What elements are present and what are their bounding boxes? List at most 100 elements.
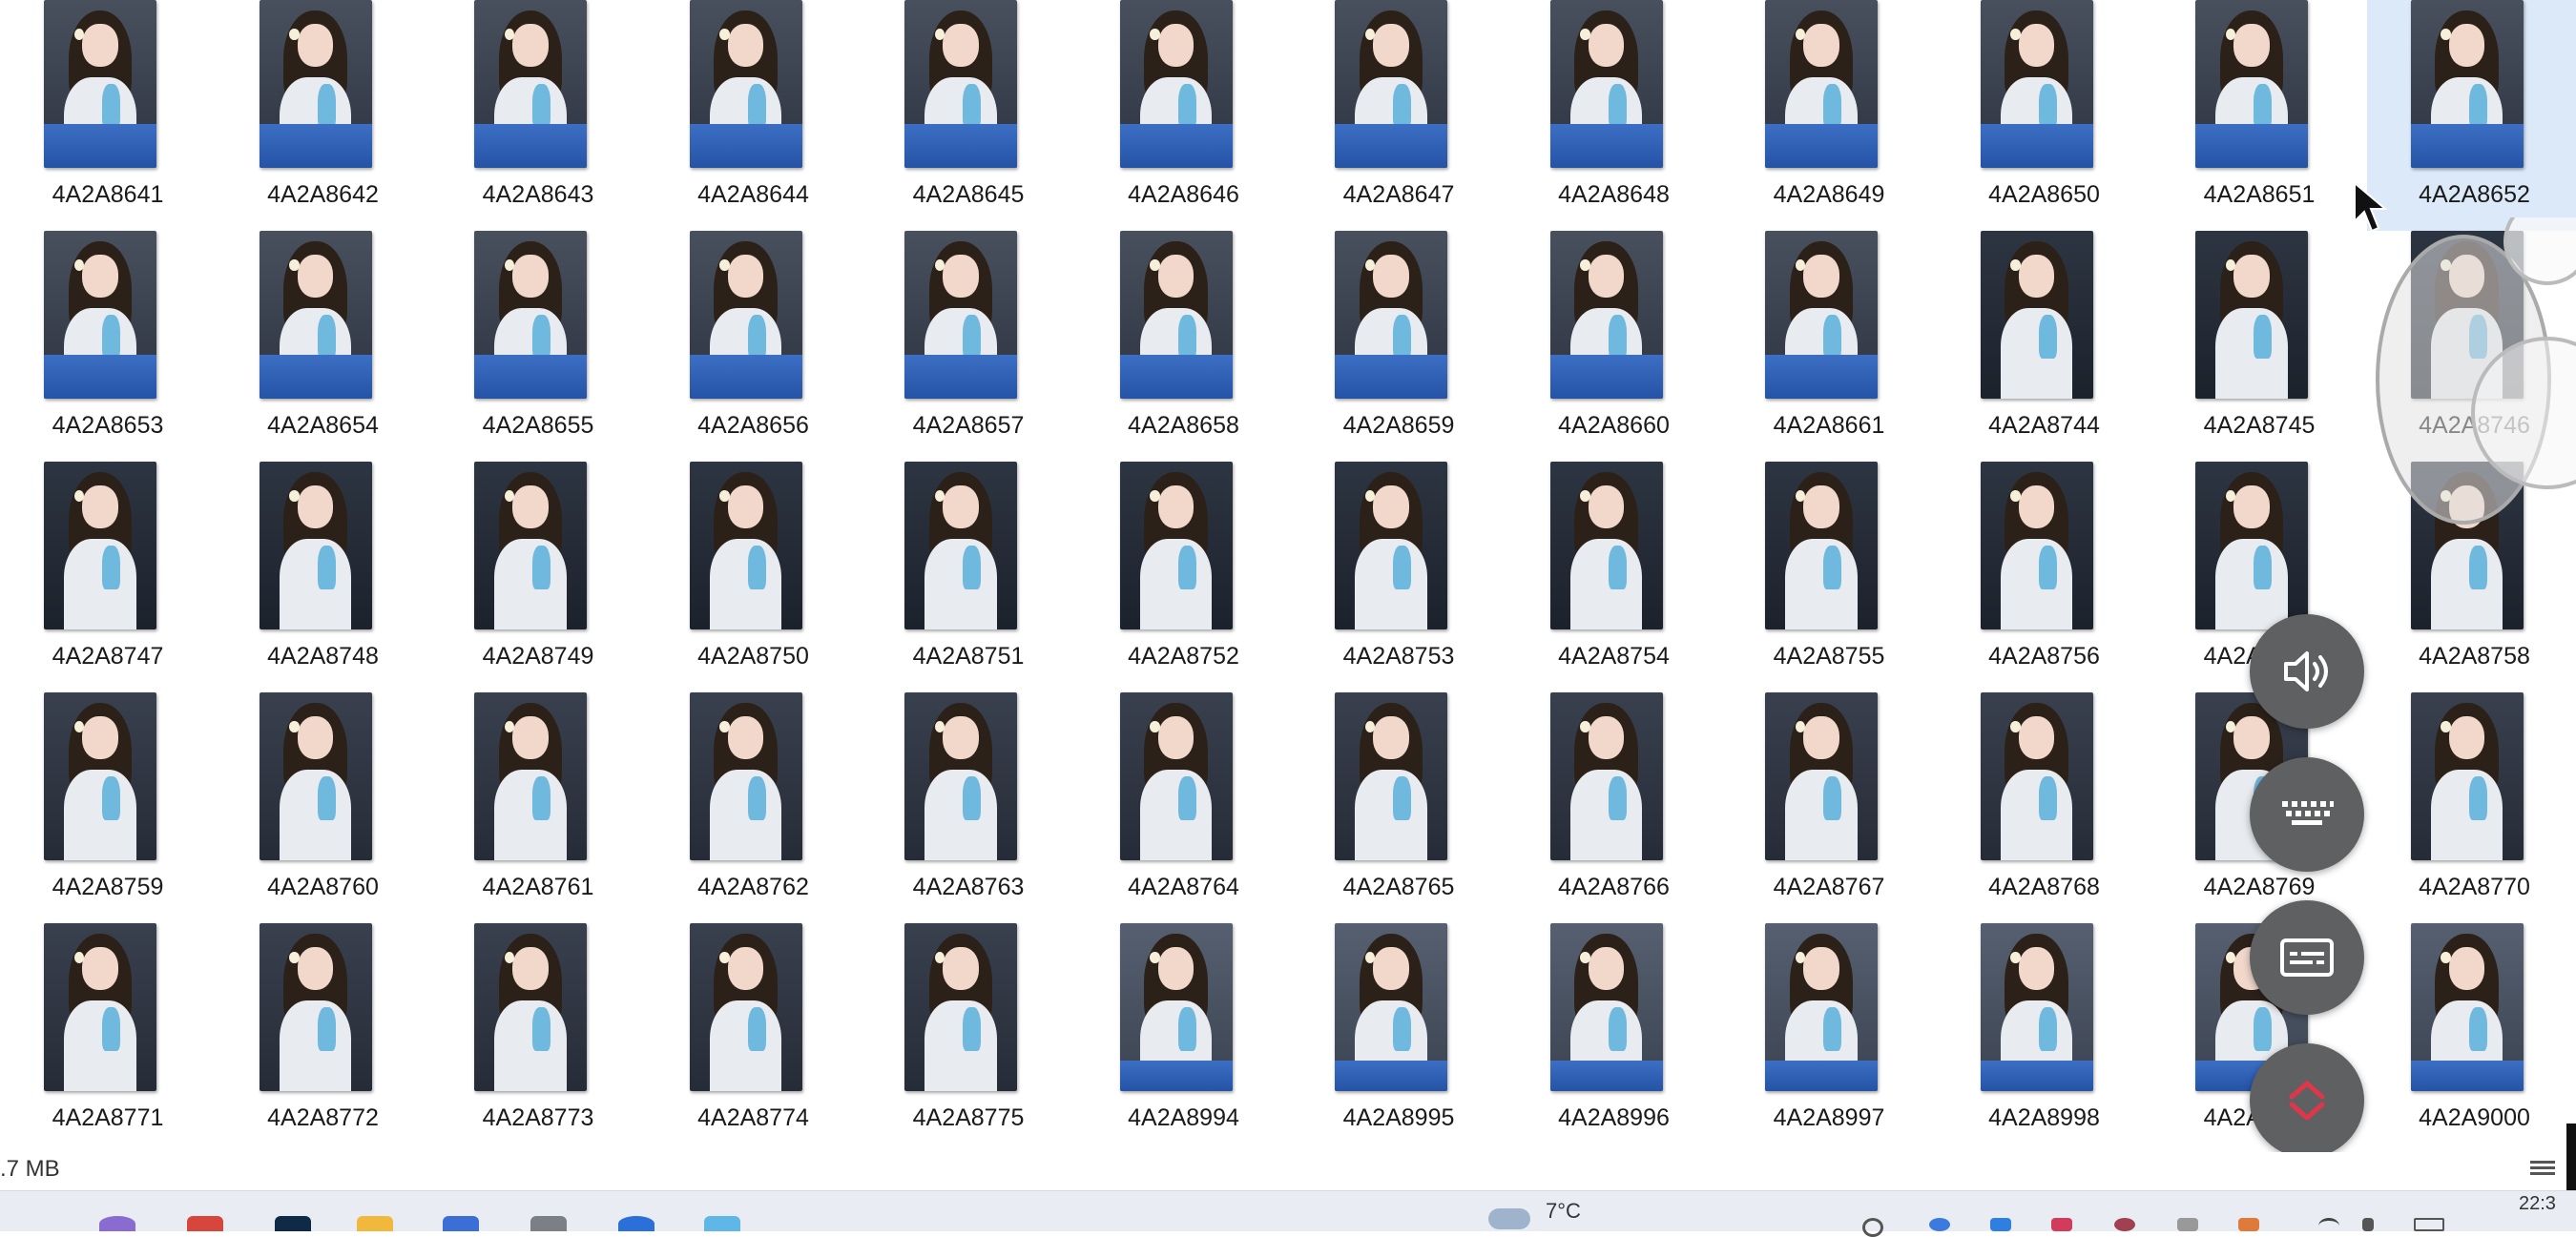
file-item[interactable]: 4A2A8661 bbox=[1721, 231, 1937, 462]
file-item[interactable]: 4A2A8774 bbox=[646, 923, 862, 1154]
file-item[interactable]: 4A2A8760 bbox=[216, 692, 431, 923]
file-item[interactable]: 4A2A8749 bbox=[430, 462, 646, 692]
file-item[interactable]: 4A2A8772 bbox=[216, 923, 431, 1154]
file-item[interactable]: 4A2A8647 bbox=[1291, 0, 1506, 231]
file-item[interactable]: 4A2A8650 bbox=[1937, 0, 2152, 231]
file-item[interactable]: 4A2A8646 bbox=[1076, 0, 1292, 231]
file-item[interactable]: 4A2A8998 bbox=[1937, 923, 2152, 1154]
mail-icon[interactable] bbox=[443, 1216, 479, 1231]
file-item[interactable]: 4A2A8770 bbox=[2367, 692, 2576, 923]
search-icon[interactable] bbox=[99, 1216, 135, 1231]
file-item[interactable]: 4A2A8659 bbox=[1291, 231, 1506, 462]
file-item[interactable]: 4A2A8745 bbox=[2151, 231, 2367, 462]
volume-icon[interactable] bbox=[2362, 1218, 2374, 1231]
photo-thumbnail bbox=[1765, 692, 1878, 860]
file-item[interactable]: 4A2A8763 bbox=[861, 692, 1076, 923]
file-item[interactable]: 4A2A8775 bbox=[861, 923, 1076, 1154]
file-name: 4A2A8769 bbox=[2151, 874, 2367, 901]
camera-icon[interactable] bbox=[530, 1216, 567, 1231]
file-item[interactable]: 4A2A8649 bbox=[1721, 0, 1937, 231]
file-item[interactable]: 4A2A8768 bbox=[1937, 692, 2152, 923]
photo-thumbnail bbox=[1981, 231, 2093, 399]
assistive-touch-overlay[interactable] bbox=[2357, 217, 2576, 532]
file-item[interactable]: 4A2A8996 bbox=[1506, 923, 1722, 1154]
subtitle-button[interactable] bbox=[2250, 900, 2364, 1015]
file-item[interactable]: 4A2A8748 bbox=[216, 462, 431, 692]
file-item[interactable]: 4A2A8654 bbox=[216, 231, 431, 462]
file-item[interactable]: 4A2A8750 bbox=[646, 462, 862, 692]
browser-icon[interactable] bbox=[618, 1216, 654, 1231]
file-item[interactable]: 4A2A8744 bbox=[1937, 231, 2152, 462]
keyboard-button[interactable] bbox=[2250, 757, 2364, 872]
file-item[interactable]: 4A2A8753 bbox=[1291, 462, 1506, 692]
file-name: 4A2A8751 bbox=[861, 643, 1076, 670]
chrome-icon[interactable] bbox=[1929, 1218, 1950, 1231]
photo-thumbnail bbox=[474, 462, 587, 629]
file-item[interactable]: 4A2A8997 bbox=[1721, 923, 1937, 1154]
volume-button[interactable] bbox=[2250, 614, 2364, 729]
file-item[interactable]: 4A2A8643 bbox=[430, 0, 646, 231]
photo-thumbnail bbox=[1550, 0, 1663, 168]
store-icon[interactable] bbox=[704, 1216, 740, 1231]
file-item[interactable]: 4A2A8655 bbox=[430, 231, 646, 462]
details-view-icon[interactable] bbox=[2530, 1158, 2555, 1181]
file-item[interactable]: 4A2A8747 bbox=[0, 462, 216, 692]
photo-thumbnail bbox=[1550, 692, 1663, 860]
file-item[interactable]: 4A2A8994 bbox=[1076, 923, 1292, 1154]
file-item[interactable]: 4A2A8644 bbox=[646, 0, 862, 231]
file-item[interactable]: 4A2A8651 bbox=[2151, 0, 2367, 231]
file-item[interactable]: 4A2A8656 bbox=[646, 231, 862, 462]
file-item[interactable]: 4A2A8755 bbox=[1721, 462, 1937, 692]
lock-icon[interactable] bbox=[1990, 1218, 2011, 1231]
file-name: 4A2A8653 bbox=[0, 412, 216, 440]
file-item[interactable]: 4A2A8773 bbox=[430, 923, 646, 1154]
photo-thumbnail bbox=[1120, 0, 1233, 168]
file-item[interactable]: 4A2A8761 bbox=[430, 692, 646, 923]
file-item[interactable]: 4A2A8754 bbox=[1506, 462, 1722, 692]
file-item[interactable]: 4A2A8759 bbox=[0, 692, 216, 923]
folder-icon[interactable] bbox=[357, 1216, 393, 1231]
file-item[interactable]: 4A2A8765 bbox=[1291, 692, 1506, 923]
game-icon[interactable] bbox=[187, 1216, 223, 1231]
user-icon[interactable] bbox=[2114, 1218, 2135, 1231]
photo-thumbnail bbox=[690, 462, 802, 629]
wifi-icon[interactable] bbox=[2318, 1218, 2339, 1234]
app-icon[interactable] bbox=[2238, 1218, 2259, 1231]
photo-thumbnail bbox=[904, 923, 1017, 1091]
file-item[interactable]: 4A2A8756 bbox=[1937, 462, 2152, 692]
file-name: 4A2A8651 bbox=[2151, 181, 2367, 209]
file-item[interactable]: 4A2A8658 bbox=[1076, 231, 1292, 462]
refresh-icon[interactable] bbox=[1862, 1218, 1883, 1237]
file-item[interactable]: 4A2A8762 bbox=[646, 692, 862, 923]
photo-thumbnail bbox=[1981, 692, 2093, 860]
file-item[interactable]: 4A2A8653 bbox=[0, 231, 216, 462]
file-item[interactable]: 4A2A8660 bbox=[1506, 231, 1722, 462]
file-name: 4A2A8646 bbox=[1076, 181, 1292, 209]
battery-icon[interactable] bbox=[2414, 1218, 2444, 1231]
file-item[interactable]: 4A2A8995 bbox=[1291, 923, 1506, 1154]
file-item[interactable]: 4A2A8752 bbox=[1076, 462, 1292, 692]
file-item[interactable]: 4A2A9000 bbox=[2367, 923, 2576, 1154]
file-item[interactable]: 4A2A8771 bbox=[0, 923, 216, 1154]
settings-icon[interactable] bbox=[2177, 1218, 2198, 1231]
file-item[interactable]: 4A2A8764 bbox=[1076, 692, 1292, 923]
file-name: 4A2A8995 bbox=[1291, 1104, 1506, 1132]
pinterest-icon[interactable] bbox=[2051, 1218, 2072, 1231]
file-item[interactable]: 4A2A8641 bbox=[0, 0, 216, 231]
file-name: 4A2A8762 bbox=[646, 874, 862, 901]
file-item[interactable]: 4A2A8652 bbox=[2367, 0, 2576, 231]
file-item[interactable]: 4A2A8751 bbox=[861, 462, 1076, 692]
photo-thumbnail bbox=[904, 0, 1017, 168]
clock[interactable]: 22:3 bbox=[2519, 1193, 2556, 1215]
photoshop-icon[interactable] bbox=[275, 1216, 311, 1231]
collapse-button[interactable] bbox=[2250, 1043, 2364, 1158]
file-item[interactable]: 4A2A8657 bbox=[861, 231, 1076, 462]
file-item[interactable]: 4A2A8766 bbox=[1506, 692, 1722, 923]
file-item[interactable]: 4A2A8645 bbox=[861, 0, 1076, 231]
file-item[interactable]: 4A2A8648 bbox=[1506, 0, 1722, 231]
file-item[interactable]: 4A2A8767 bbox=[1721, 692, 1937, 923]
photo-thumbnail bbox=[1550, 231, 1663, 399]
photo-thumbnail bbox=[904, 692, 1017, 860]
file-item[interactable]: 4A2A8642 bbox=[216, 0, 431, 231]
photo-thumbnail bbox=[904, 231, 1017, 399]
